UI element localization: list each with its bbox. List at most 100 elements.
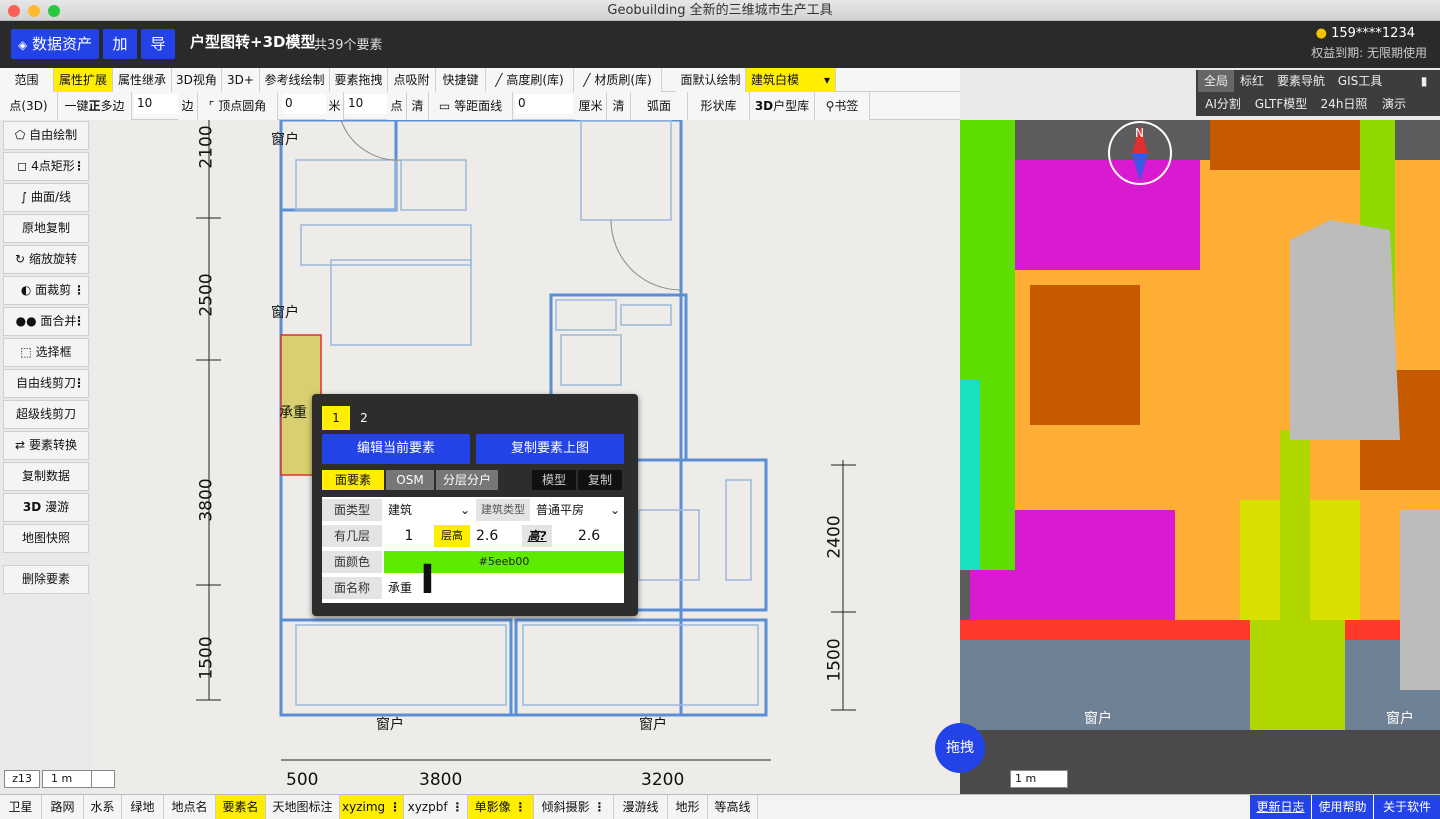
add-button[interactable]: 加 [103,29,137,59]
tool-map-snapshot[interactable]: 地图快照 [3,524,89,553]
equidistant-input[interactable]: 0 [515,94,573,114]
tool-ref-line[interactable]: 参考线绘制 [260,68,330,92]
export-button[interactable]: 导 [141,29,175,59]
height-label[interactable]: 高? [522,525,552,547]
tool-height-brush[interactable]: ╱ 高度刷(库) [486,68,574,92]
height-input[interactable]: 2.6 [554,525,624,547]
tool-3d-plus[interactable]: 3D+ [222,68,260,92]
tool-material-brush[interactable]: ╱ 材质刷(库) [574,68,662,92]
tool-face-clip[interactable]: ◐ 面裁剪 ⋮ [3,276,89,305]
about-link[interactable]: 关于软件 [1374,795,1440,819]
tool-3d-view[interactable]: 3D视角 [172,68,222,92]
tab-demo[interactable]: 演示 [1374,93,1414,115]
tool-shortcuts[interactable]: 快捷键 [436,68,486,92]
layer-terrain[interactable]: 地形 [668,795,708,819]
subtab-face[interactable]: 面要素 [322,470,384,490]
tool-face-default[interactable]: 面默认绘制 [676,68,746,92]
popup-tab-1[interactable]: 1 [322,406,350,430]
tool-delete-feature[interactable]: 删除要素 [3,565,89,594]
face-type-select[interactable]: 建筑 ⌄ [384,499,474,521]
popup-tab-2[interactable]: 2 [352,406,376,430]
tool-free-draw[interactable]: ⬠ 自由绘制 [3,121,89,150]
layer-roads[interactable]: 路网 [42,795,84,819]
data-assets-button[interactable]: ◈ 数据资产 [11,29,99,59]
tool-bookmark[interactable]: ⚲书签 [815,92,870,120]
panel-toggle-icon[interactable]: ▮ [1412,70,1436,92]
layer-tianditu[interactable]: 天地图标注 [266,795,340,819]
tool-curve[interactable]: ∫ 曲面/线 [3,183,89,212]
tab-gltf-model[interactable]: GLTF模型 [1248,93,1314,115]
copy-button[interactable]: 复制 [578,470,622,490]
layer-place-names[interactable]: 地点名 [164,795,216,819]
close-window-button[interactable] [8,5,20,17]
tool-select-box[interactable]: ⬚ 选择框 [3,338,89,367]
subtab-layer-unit[interactable]: 分层分户 [436,470,498,490]
tool-attr-extend[interactable]: 属性扩展 [54,68,113,92]
building-type-select[interactable]: 建筑白模 ▾ [746,68,836,92]
tool-super-scissors[interactable]: 超级线剪刀 [3,400,89,429]
changelog-link[interactable]: 更新日志 [1250,795,1312,819]
floors-input[interactable]: 1 [384,525,434,547]
layer-green[interactable]: 绿地 [122,795,164,819]
compass-north-icon[interactable]: N [1135,126,1144,140]
edit-feature-button[interactable]: 编辑当前要素 [322,434,470,464]
sides-input[interactable]: 10 [134,94,178,114]
tab-mark-red[interactable]: 标红 [1234,70,1270,92]
tool-equidistant[interactable]: ▭ 等距面线 [429,92,513,120]
layer-xyzimg[interactable]: xyzimg ⋮ [340,795,404,819]
more-icon[interactable]: ⋮ [514,800,526,814]
3d-viewport[interactable]: N 窗户 窗户 1 m [960,120,1440,794]
floor-height-input[interactable]: 2.6 [472,525,522,547]
minimize-window-button[interactable] [28,5,40,17]
layer-feature-names[interactable]: 要素名 [216,795,266,819]
tool-4pt-rect[interactable]: ◻ 4点矩形 ⋮ [3,152,89,181]
tool-corner-round[interactable]: ⌜ 顶点圆角 [198,92,278,120]
more-icon[interactable]: ⋮ [73,308,85,335]
copy-feature-button[interactable]: 复制要素上图 [476,434,624,464]
tool-attr-inherit[interactable]: 属性继承 [113,68,172,92]
tool-free-scissors[interactable]: 自由线剪刀 ⋮ [3,369,89,398]
subtab-osm[interactable]: OSM [386,470,434,490]
tool-copy-in-place[interactable]: 原地复制 [3,214,89,243]
layer-xyzpbf[interactable]: xyzpbf ⋮ [404,795,468,819]
model-button[interactable]: 模型 [532,470,576,490]
points-input[interactable]: 10 [345,94,387,114]
more-icon[interactable]: ⋮ [73,370,85,397]
tab-gis-tools[interactable]: GIS工具 [1332,70,1388,92]
help-link[interactable]: 使用帮助 [1312,795,1374,819]
tool-arc[interactable]: 弧面 [631,92,688,120]
tool-feature-convert[interactable]: ⇄ 要素转换 [3,431,89,460]
more-icon[interactable]: ⋮ [451,800,463,814]
tab-feature-nav[interactable]: 要素导航 [1270,70,1332,92]
clear-button[interactable]: 清 [407,92,429,120]
tool-range[interactable]: 范围 [0,68,54,92]
drag-button[interactable]: 拖拽 [935,723,985,773]
tab-ai-segment[interactable]: AI分割 [1198,93,1248,115]
tab-global[interactable]: 全局 [1198,70,1234,92]
more-icon[interactable]: ⋮ [593,800,605,814]
tool-3d-floorplan-lib[interactable]: 3D户型库 [750,92,815,120]
tool-roam[interactable]: 3D 漫游 [3,493,89,522]
layer-contour[interactable]: 等高线 [708,795,758,819]
more-icon[interactable]: ⋮ [73,153,85,180]
clear-button-2[interactable]: 清 [607,92,631,120]
layer-water[interactable]: 水系 [84,795,122,819]
tool-face-merge[interactable]: ●● 面合并 ⋮ [3,307,89,336]
layer-single-image[interactable]: 单影像 ⋮ [468,795,534,819]
layer-satellite[interactable]: 卫星 [0,795,42,819]
more-icon[interactable]: ⋮ [389,800,401,814]
maximize-window-button[interactable] [48,5,60,17]
tool-point-snap[interactable]: 点吸附 [388,68,436,92]
more-icon[interactable]: ⋮ [73,277,85,304]
user-account[interactable]: ● 159****1234 [1316,26,1415,41]
tool-regular-polygon[interactable]: 一键正多边 [58,92,132,120]
layer-roam-line[interactable]: 漫游线 [614,795,668,819]
corner-radius-input[interactable]: 0 [282,94,326,114]
layer-oblique[interactable]: 倾斜摄影 ⋮ [534,795,614,819]
tool-scale-rotate[interactable]: ↻ 缩放旋转 [3,245,89,274]
tool-feature-drag[interactable]: 要素拖拽 [330,68,388,92]
tool-copy-data[interactable]: 复制数据 [3,462,89,491]
tool-shape-lib[interactable]: 形状库 [688,92,750,120]
tab-sunlight[interactable]: 24h日照 [1314,93,1374,115]
tool-point-3d[interactable]: 点(3D) [0,92,58,120]
